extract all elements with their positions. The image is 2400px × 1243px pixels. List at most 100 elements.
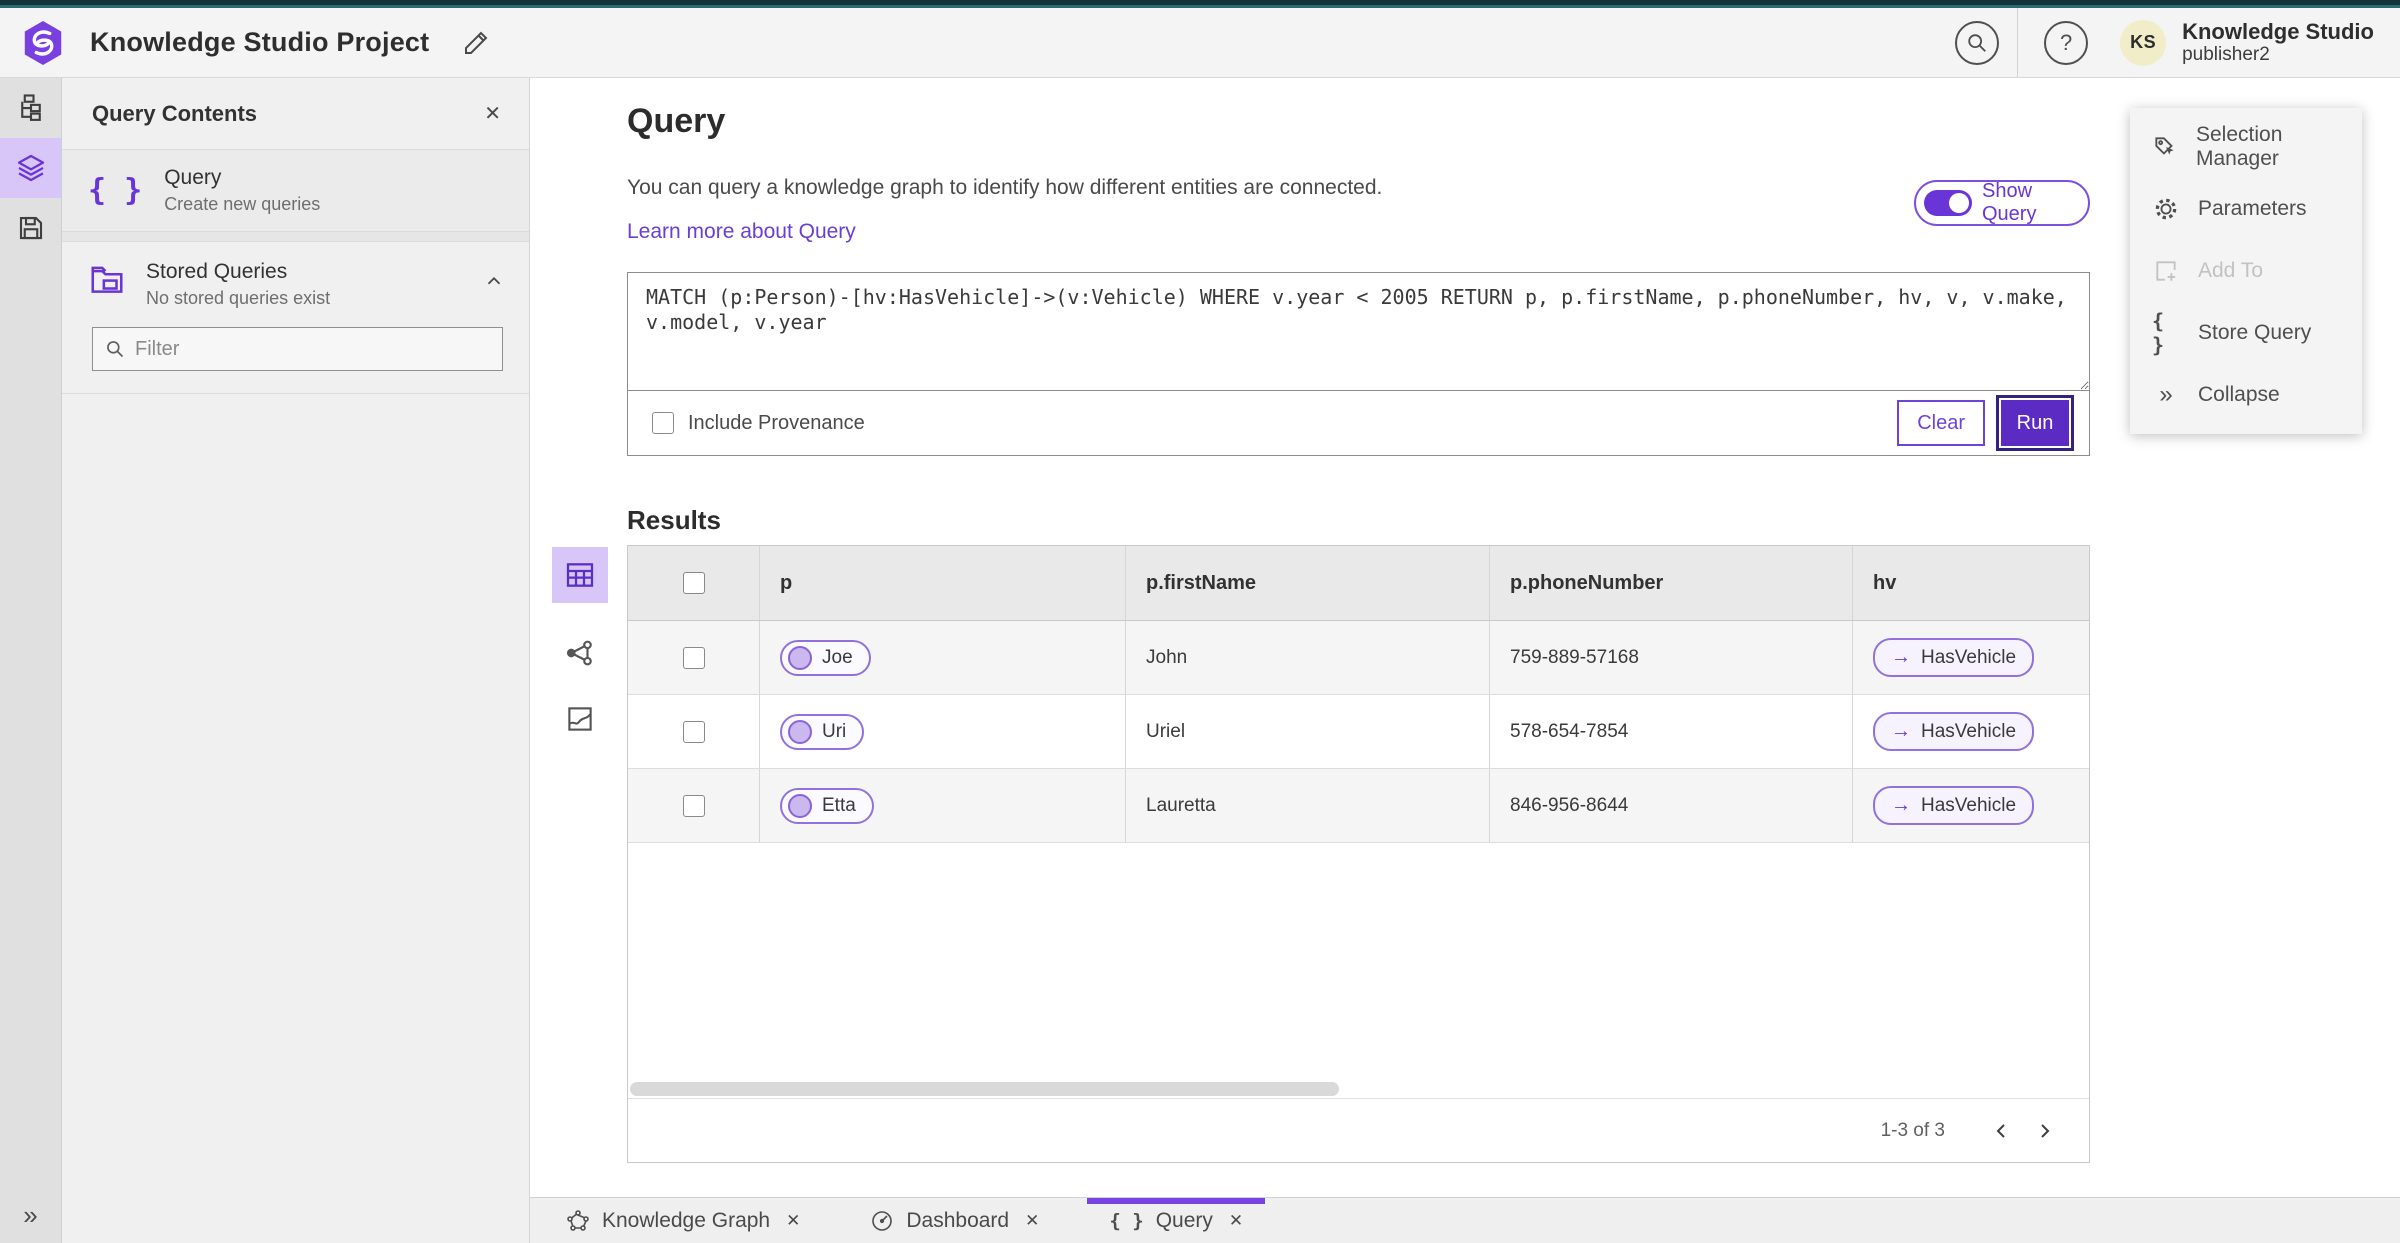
relationship-pill[interactable]: → HasVehicle bbox=[1873, 638, 2035, 677]
dashboard-gauge-icon bbox=[872, 1210, 893, 1231]
scrollbar-thumb[interactable] bbox=[630, 1082, 1339, 1096]
cell-firstname: John bbox=[1146, 646, 1188, 668]
relationship-pill[interactable]: → HasVehicle bbox=[1873, 712, 2035, 751]
row-checkbox[interactable] bbox=[682, 794, 705, 817]
icon-rail: » bbox=[0, 78, 62, 1243]
stored-queries-collapse-button[interactable] bbox=[483, 270, 505, 292]
tab-dashboard[interactable]: Dashboard ✕ bbox=[848, 1198, 1061, 1243]
relationship-pill[interactable]: → HasVehicle bbox=[1873, 786, 2035, 825]
parameters-item[interactable]: Parameters bbox=[2130, 178, 2362, 240]
panel-close-button[interactable]: ✕ bbox=[484, 101, 501, 126]
layers-icon bbox=[17, 154, 44, 182]
entity-pill[interactable]: Uri bbox=[780, 713, 865, 750]
panel-title: Query Contents bbox=[92, 100, 258, 126]
rail-item-save[interactable] bbox=[0, 198, 61, 258]
user-org-label: Knowledge Studio bbox=[2182, 18, 2374, 44]
selection-manager-item[interactable]: Selection Manager bbox=[2130, 116, 2362, 178]
next-page-button[interactable] bbox=[2023, 1110, 2065, 1152]
cell-firstname: Uriel bbox=[1146, 720, 1186, 742]
learn-more-link[interactable]: Learn more about Query bbox=[627, 220, 856, 244]
query-item-sub: Create new queries bbox=[164, 194, 321, 214]
tab-close-button[interactable]: ✕ bbox=[1229, 1211, 1243, 1231]
table-empty-area bbox=[628, 843, 2089, 1080]
cell-phone: 578-654-7854 bbox=[1510, 720, 1629, 742]
search-button[interactable] bbox=[1955, 20, 2000, 65]
tab-knowledge-graph[interactable]: Knowledge Graph ✕ bbox=[544, 1198, 822, 1243]
stored-queries-label: Stored Queries bbox=[146, 260, 288, 283]
tab-close-button[interactable]: ✕ bbox=[1025, 1211, 1039, 1231]
arrow-right-icon: → bbox=[1891, 646, 1911, 668]
clear-button[interactable]: Clear bbox=[1897, 400, 1985, 446]
panel-gap bbox=[62, 232, 529, 242]
app-header: Knowledge Studio Project ? KS Knowledge … bbox=[0, 7, 2400, 78]
row-checkbox[interactable] bbox=[682, 720, 705, 743]
user-info: Knowledge Studio publisher2 bbox=[2182, 19, 2374, 66]
stored-queries-folder-icon bbox=[91, 266, 123, 293]
toggle-switch bbox=[1924, 190, 1972, 216]
run-button[interactable]: Run bbox=[2001, 400, 2069, 446]
include-provenance-label: Include Provenance bbox=[688, 411, 865, 434]
arrow-right-icon: → bbox=[1891, 794, 1911, 816]
toggle-knob bbox=[1949, 193, 1969, 213]
selection-manager-icon bbox=[2155, 137, 2174, 155]
entity-pill[interactable]: Etta bbox=[780, 787, 874, 824]
graph-view-icon bbox=[566, 640, 592, 666]
rail-expand-button[interactable]: » bbox=[0, 1200, 61, 1231]
query-textarea[interactable]: MATCH (p:Person)-[hv:HasVehicle]->(v:Veh… bbox=[628, 273, 2089, 391]
panel-item-query[interactable]: { } Query Create new queries bbox=[62, 150, 529, 232]
view-graph-button[interactable] bbox=[552, 625, 608, 681]
add-to-item[interactable]: Add To bbox=[2130, 240, 2362, 302]
filter-search-icon bbox=[107, 341, 124, 358]
data-model-icon bbox=[20, 94, 41, 121]
table-row: Etta Lauretta 846-956-8644 → HasVehicle bbox=[628, 769, 2089, 843]
table-row: Joe John 759-889-57168 → HasVehicle bbox=[628, 621, 2089, 695]
select-all-checkbox[interactable] bbox=[682, 572, 705, 594]
page-description: You can query a knowledge graph to ident… bbox=[627, 176, 1383, 199]
app-logo[interactable] bbox=[20, 19, 66, 67]
chevron-up-icon bbox=[487, 276, 501, 285]
user-avatar[interactable]: KS bbox=[2120, 19, 2167, 66]
results-table: p p.firstName p.phoneNumber hv Joe John … bbox=[627, 545, 2090, 1163]
knowledge-graph-icon bbox=[567, 1209, 589, 1231]
entity-pill[interactable]: Joe bbox=[780, 639, 871, 676]
search-icon bbox=[1968, 33, 1987, 52]
table-header-row: p p.firstName p.phoneNumber hv bbox=[628, 546, 2089, 621]
pagination-label: 1-3 of 3 bbox=[1880, 1119, 1945, 1141]
help-icon: ? bbox=[2059, 29, 2073, 55]
rail-item-data-model[interactable] bbox=[0, 78, 61, 138]
query-editor-box: MATCH (p:Person)-[hv:HasVehicle]->(v:Veh… bbox=[627, 272, 2090, 456]
store-query-item[interactable]: { } Store Query bbox=[2130, 302, 2362, 364]
tab-close-button[interactable]: ✕ bbox=[786, 1211, 800, 1231]
query-item-label: Query bbox=[164, 166, 222, 189]
filter-input[interactable] bbox=[135, 337, 490, 361]
project-title: Knowledge Studio Project bbox=[90, 27, 430, 57]
show-query-toggle[interactable]: Show Query bbox=[1914, 180, 2090, 226]
column-header-p: p bbox=[780, 571, 793, 594]
pencil-icon bbox=[465, 31, 488, 54]
rail-item-layers[interactable] bbox=[0, 138, 61, 198]
row-checkbox[interactable] bbox=[682, 646, 705, 669]
query-contents-panel: Query Contents ✕ { } Query Create new qu… bbox=[62, 78, 530, 1243]
entity-dot-icon bbox=[788, 719, 812, 744]
save-icon bbox=[19, 216, 42, 240]
help-button[interactable]: ? bbox=[2044, 20, 2089, 65]
table-row: Uri Uriel 578-654-7854 → HasVehicle bbox=[628, 695, 2089, 769]
cell-phone: 759-889-57168 bbox=[1510, 646, 1639, 668]
map-view-icon bbox=[568, 707, 592, 731]
panel-item-stored-queries[interactable]: Stored Queries No stored queries exist bbox=[62, 242, 529, 315]
edit-title-button[interactable] bbox=[461, 28, 491, 58]
logo-hexagon-icon bbox=[24, 20, 62, 65]
collapse-item[interactable]: » Collapse bbox=[2130, 364, 2362, 426]
collapse-icon: » bbox=[2159, 381, 2173, 408]
filter-box bbox=[92, 327, 503, 371]
view-table-button[interactable] bbox=[552, 547, 608, 603]
user-name-label: publisher2 bbox=[2182, 44, 2270, 66]
column-header-firstname: p.firstName bbox=[1146, 571, 1257, 594]
view-map-button[interactable] bbox=[552, 691, 608, 747]
filter-row bbox=[62, 315, 529, 394]
horizontal-scrollbar bbox=[628, 1080, 2089, 1098]
include-provenance-checkbox[interactable] bbox=[652, 412, 674, 434]
previous-page-button[interactable] bbox=[1981, 1110, 2023, 1152]
braces-icon: { } bbox=[1109, 1209, 1144, 1232]
tab-query[interactable]: { } Query ✕ bbox=[1087, 1198, 1265, 1243]
